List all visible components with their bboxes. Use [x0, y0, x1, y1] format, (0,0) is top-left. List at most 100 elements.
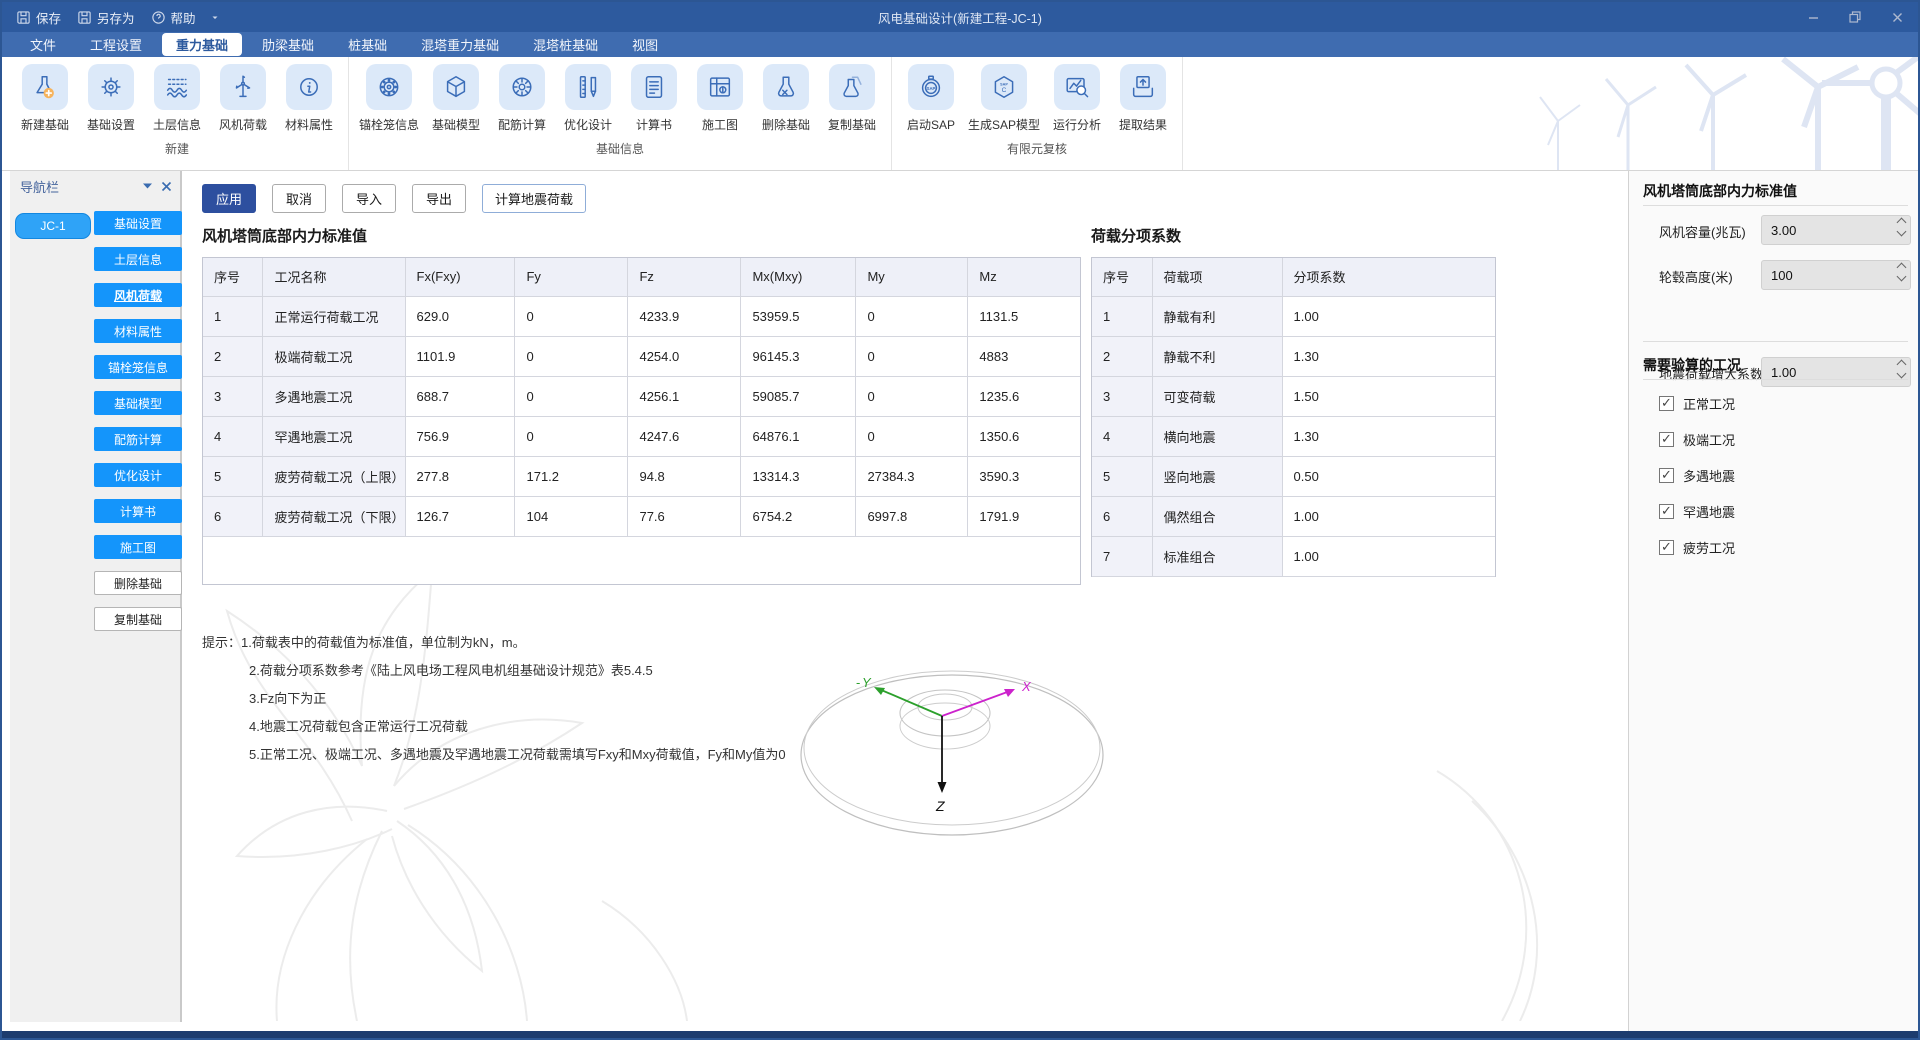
seismic-amplification-input[interactable]: 1.00 — [1761, 357, 1911, 387]
data-cell[interactable]: 可变荷载 — [1152, 376, 1282, 416]
menu-tab-file[interactable]: 文件 — [16, 33, 70, 56]
data-cell[interactable]: 竖向地震 — [1152, 456, 1282, 496]
data-cell[interactable]: 629.0 — [405, 296, 515, 336]
ribbon-foundation-settings-button[interactable]: 基础设置 — [82, 64, 140, 133]
checkbox-rare-earthquake[interactable] — [1659, 504, 1674, 519]
data-cell[interactable]: 0 — [515, 416, 628, 456]
sidebar-item-copy-foundation[interactable]: 复制基础 — [94, 607, 182, 631]
ribbon-extract-results-button[interactable]: 提取结果 — [1114, 64, 1172, 133]
menu-tab-view[interactable]: 视图 — [618, 33, 672, 56]
ribbon-new-foundation-button[interactable]: 新建基础 — [16, 64, 74, 133]
export-button[interactable]: 导出 — [412, 184, 466, 213]
data-cell[interactable]: 13314.3 — [741, 456, 856, 496]
data-cell[interactable]: 59085.7 — [741, 376, 856, 416]
ribbon-construction-drawing-button[interactable]: 施工图 — [691, 64, 749, 133]
data-cell[interactable]: 0 — [856, 336, 968, 376]
sidebar-item-foundation-model[interactable]: 基础模型 — [94, 391, 182, 415]
data-cell[interactable]: 4247.6 — [628, 416, 741, 456]
spinner-down-icon[interactable] — [1897, 227, 1907, 237]
data-cell[interactable]: 27384.3 — [856, 456, 968, 496]
data-cell[interactable]: 多遇地震工况 — [263, 376, 405, 416]
data-cell[interactable]: 104 — [515, 496, 628, 536]
ribbon-run-analysis-button[interactable]: 运行分析 — [1048, 64, 1106, 133]
data-cell[interactable]: 6754.2 — [741, 496, 856, 536]
data-cell[interactable]: 疲劳荷载工况（上限） — [263, 456, 405, 496]
sidebar-item-construction-drawing[interactable]: 施工图 — [94, 535, 182, 559]
help-button[interactable]: 帮助 — [145, 6, 202, 29]
data-cell[interactable]: 0.50 — [1282, 456, 1495, 496]
panel-close-icon[interactable] — [161, 181, 172, 192]
data-cell[interactable]: 126.7 — [405, 496, 515, 536]
menu-tab-project-settings[interactable]: 工程设置 — [76, 33, 156, 56]
ribbon-turbine-load-button[interactable]: 风机荷载 — [214, 64, 272, 133]
checkbox-fatigue-condition[interactable] — [1659, 540, 1674, 555]
data-cell[interactable]: 1791.9 — [968, 496, 1080, 536]
sidebar-item-delete-foundation[interactable]: 删除基础 — [94, 571, 182, 595]
menu-tab-gravity-foundation[interactable]: 重力基础 — [162, 33, 242, 56]
save-button[interactable]: 保存 — [10, 6, 67, 29]
data-cell[interactable]: 53959.5 — [741, 296, 856, 336]
panel-dropdown-icon[interactable] — [142, 182, 153, 190]
ribbon-foundation-model-button[interactable]: 基础模型 — [427, 64, 485, 133]
data-cell[interactable]: 疲劳荷载工况（下限） — [263, 496, 405, 536]
data-cell[interactable]: 0 — [515, 336, 628, 376]
data-cell[interactable]: 横向地震 — [1152, 416, 1282, 456]
ribbon-generate-sap-model-button[interactable]: SAPC生成SAP模型 — [968, 64, 1040, 133]
menu-tab-pile-foundation[interactable]: 桩基础 — [334, 33, 401, 56]
sidebar-item-soil-layers[interactable]: 土层信息 — [94, 247, 182, 271]
minimize-button[interactable] — [1792, 2, 1834, 32]
menu-tab-hybrid-gravity-foundation[interactable]: 混塔重力基础 — [407, 33, 513, 56]
calc-seismic-load-button[interactable]: 计算地震荷载 — [482, 184, 586, 213]
sidebar-item-foundation-settings[interactable]: 基础设置 — [94, 211, 182, 235]
ribbon-delete-foundation-button[interactable]: 删除基础 — [757, 64, 815, 133]
ribbon-calc-report-button[interactable]: 计算书 — [625, 64, 683, 133]
checkbox-normal-condition[interactable] — [1659, 396, 1674, 411]
ribbon-start-sap-button[interactable]: SAP启动SAP — [902, 64, 960, 133]
menu-tab-hybrid-pile-foundation[interactable]: 混塔桩基础 — [519, 33, 612, 56]
close-button[interactable] — [1876, 2, 1918, 32]
foundation-tab-jc1[interactable]: JC-1 — [15, 213, 91, 239]
ribbon-material-props-button[interactable]: 材料属性 — [280, 64, 338, 133]
sidebar-item-calc-report[interactable]: 计算书 — [94, 499, 182, 523]
data-cell[interactable]: 1.30 — [1282, 416, 1495, 456]
menu-tab-rib-beam-foundation[interactable]: 肋梁基础 — [248, 33, 328, 56]
restore-button[interactable] — [1834, 2, 1876, 32]
data-cell[interactable]: 4254.0 — [628, 336, 741, 376]
data-cell[interactable]: 静载不利 — [1152, 336, 1282, 376]
sidebar-item-optimize-design[interactable]: 优化设计 — [94, 463, 182, 487]
data-cell[interactable]: 0 — [515, 296, 628, 336]
data-cell[interactable]: 0 — [856, 376, 968, 416]
turbine-capacity-input[interactable]: 3.00 — [1761, 215, 1911, 245]
data-cell[interactable]: 3590.3 — [968, 456, 1080, 496]
spinner-down-icon[interactable] — [1897, 369, 1907, 379]
quick-access-dropdown[interactable] — [206, 8, 224, 26]
sidebar-item-turbine-load[interactable]: 风机荷载 — [94, 283, 182, 307]
cancel-button[interactable]: 取消 — [272, 184, 326, 213]
spinner-down-icon[interactable] — [1897, 272, 1907, 282]
apply-button[interactable]: 应用 — [202, 184, 256, 213]
ribbon-anchor-cage-info-button[interactable]: 锚栓笼信息 — [359, 64, 419, 133]
sidebar-item-anchor-cage-info[interactable]: 锚栓笼信息 — [94, 355, 182, 379]
data-cell[interactable]: 64876.1 — [741, 416, 856, 456]
data-cell[interactable]: 1.00 — [1282, 296, 1495, 336]
data-cell[interactable]: 77.6 — [628, 496, 741, 536]
import-button[interactable]: 导入 — [342, 184, 396, 213]
data-cell[interactable]: 0 — [856, 296, 968, 336]
data-cell[interactable]: 偶然组合 — [1152, 496, 1282, 536]
data-cell[interactable]: 罕遇地震工况 — [263, 416, 405, 456]
data-cell[interactable]: 688.7 — [405, 376, 515, 416]
data-cell[interactable]: 6997.8 — [856, 496, 968, 536]
ribbon-rebar-calc-button[interactable]: 配筋计算 — [493, 64, 551, 133]
data-cell[interactable]: 1.00 — [1282, 496, 1495, 536]
data-cell[interactable]: 1235.6 — [968, 376, 1080, 416]
checkbox-frequent-earthquake[interactable] — [1659, 468, 1674, 483]
checkbox-extreme-condition[interactable] — [1659, 432, 1674, 447]
ribbon-optimize-design-button[interactable]: 优化设计 — [559, 64, 617, 133]
save-as-button[interactable]: 另存为 — [71, 6, 141, 29]
data-cell[interactable]: 277.8 — [405, 456, 515, 496]
data-cell[interactable]: 96145.3 — [741, 336, 856, 376]
data-cell[interactable]: 171.2 — [515, 456, 628, 496]
data-cell[interactable]: 4883 — [968, 336, 1080, 376]
data-cell[interactable]: 正常运行荷载工况 — [263, 296, 405, 336]
ribbon-copy-foundation-button[interactable]: 复制基础 — [823, 64, 881, 133]
